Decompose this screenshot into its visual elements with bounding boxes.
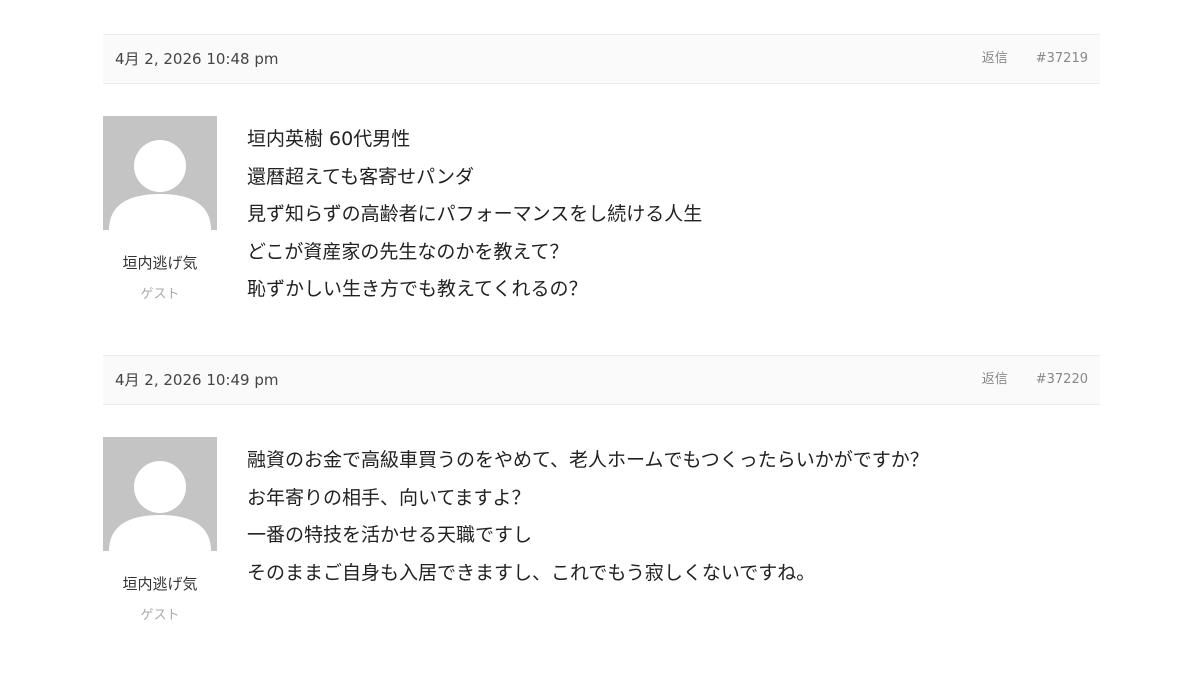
reply-button[interactable]: 返信 bbox=[982, 372, 1008, 387]
comment-line: 見ず知らずの高齢者にパフォーマンスをし続ける人生 bbox=[247, 203, 703, 225]
comment-line: 一番の特技を活かせる天職ですし bbox=[247, 524, 533, 546]
comment-body: 垣内逃げ気 ゲスト 融資のお金で高級車買うのをやめて、老人ホームでもつくったらい… bbox=[103, 405, 1100, 675]
default-user-avatar-icon bbox=[103, 437, 217, 551]
comment-date: 4月 2, 2026 10:48 pm bbox=[115, 50, 279, 68]
comment-permalink[interactable]: #37219 bbox=[1036, 51, 1088, 66]
comment-author: 垣内逃げ気 ゲスト bbox=[103, 246, 217, 309]
comment-line: 融資のお金で高級車買うのをやめて、老人ホームでもつくったらいかがですか？ bbox=[247, 449, 929, 471]
comment-line: 恥ずかしい生き方でも教えてくれるの？ bbox=[247, 278, 588, 300]
author-role: ゲスト bbox=[140, 608, 180, 623]
comment-permalink[interactable]: #37220 bbox=[1036, 372, 1088, 387]
comment-header: 4月 2, 2026 10:48 pm 返信 #37219 bbox=[103, 34, 1100, 84]
comment-actions: 返信 #37220 bbox=[982, 356, 1088, 404]
comment-line: 垣内英樹 60代男性 bbox=[247, 128, 411, 150]
author-role: ゲスト bbox=[140, 287, 180, 302]
author-name: 垣内逃げ気 bbox=[122, 254, 198, 272]
comment-author: 垣内逃げ気 ゲスト bbox=[103, 567, 217, 630]
comment-post: 4月 2, 2026 10:48 pm 返信 #37219 垣内逃げ気 ゲスト 垣… bbox=[103, 34, 1100, 355]
comment-body: 垣内逃げ気 ゲスト 垣内英樹 60代男性 還暦超えても客寄せパンダ 見ず知らずの… bbox=[103, 84, 1100, 355]
author-name: 垣内逃げ気 bbox=[122, 575, 198, 593]
comment-content: 融資のお金で高級車買うのをやめて、老人ホームでもつくったらいかがですか？ お年寄… bbox=[247, 442, 1100, 592]
comment-header: 4月 2, 2026 10:49 pm 返信 #37220 bbox=[103, 355, 1100, 405]
reply-button[interactable]: 返信 bbox=[982, 51, 1008, 66]
comment-line: 還暦超えても客寄せパンダ bbox=[247, 165, 475, 188]
comment-content: 垣内英樹 60代男性 還暦超えても客寄せパンダ 見ず知らずの高齢者にパフォーマン… bbox=[247, 121, 1100, 309]
comment-thread: 4月 2, 2026 10:48 pm 返信 #37219 垣内逃げ気 ゲスト 垣… bbox=[103, 34, 1100, 675]
comment-line: どこが資産家の先生なのかを教えて？ bbox=[247, 240, 569, 263]
comment-date: 4月 2, 2026 10:49 pm bbox=[115, 371, 279, 389]
comment-line: そのままご自身も入居できますし、これでもう寂しくないですね。 bbox=[247, 561, 816, 584]
comment-actions: 返信 #37219 bbox=[982, 35, 1088, 83]
comment-post: 4月 2, 2026 10:49 pm 返信 #37220 垣内逃げ気 ゲスト 融… bbox=[103, 355, 1100, 675]
default-user-avatar-icon bbox=[103, 116, 217, 230]
comment-line: お年寄りの相手、向いてますよ？ bbox=[247, 486, 531, 509]
